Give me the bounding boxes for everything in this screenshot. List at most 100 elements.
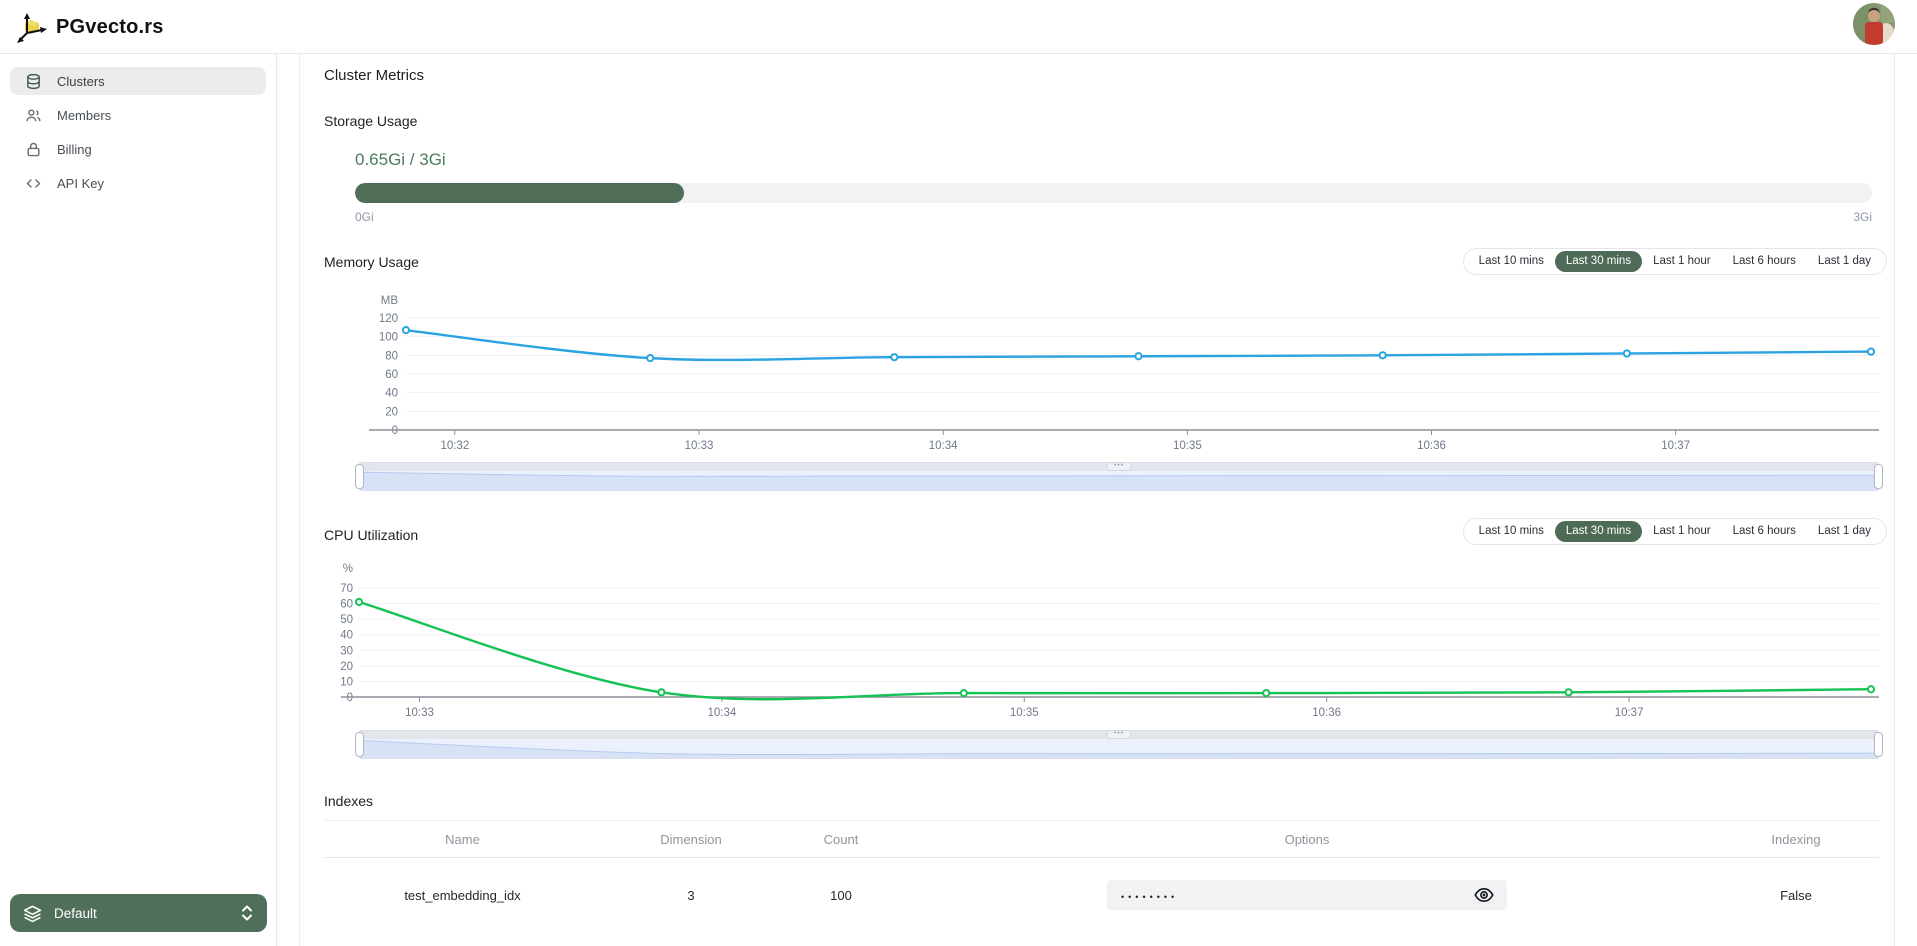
- col-header-indexing: Indexing: [1713, 821, 1879, 857]
- database-icon: [25, 73, 42, 90]
- masked-value: ••••••••: [1121, 889, 1178, 902]
- user-avatar[interactable]: [1853, 3, 1895, 45]
- y-tick-label: 10: [340, 676, 353, 688]
- cpu-time-range-group: Last 10 minsLast 30 minsLast 1 hourLast …: [1463, 518, 1887, 545]
- range-button-last-10-mins[interactable]: Last 10 mins: [1468, 521, 1555, 542]
- index-dimension-cell: 3: [601, 858, 781, 932]
- y-tick-label: 100: [379, 332, 398, 344]
- data-point: [356, 599, 362, 605]
- data-point: [647, 355, 653, 361]
- cluster-metrics-panel: Cluster Metrics Storage Usage 0.65Gi / 3…: [299, 54, 1895, 946]
- range-button-last-30-mins[interactable]: Last 30 mins: [1555, 521, 1642, 542]
- app-logo: PGvecto.rs: [16, 10, 164, 44]
- sidebar-item-label: Clusters: [57, 74, 105, 89]
- chevron-updown-icon: [240, 904, 254, 922]
- x-tick-label: 10:34: [929, 440, 958, 452]
- navigator-right-handle[interactable]: [1874, 732, 1883, 757]
- data-point: [1624, 350, 1630, 356]
- options-masked-field[interactable]: ••••••••: [1107, 880, 1507, 910]
- sidebar-item-members[interactable]: Members: [10, 101, 266, 129]
- y-tick-label: 20: [385, 406, 398, 418]
- x-tick-label: 10:33: [405, 707, 434, 719]
- y-tick-label: 20: [340, 661, 353, 673]
- range-button-last-1-day[interactable]: Last 1 day: [1807, 251, 1882, 272]
- members-icon: [25, 107, 42, 124]
- navigator-area: [360, 472, 1878, 490]
- storage-max-label: 3Gi: [1742, 210, 1872, 224]
- y-tick-label: 80: [385, 350, 398, 362]
- cpu-chart-navigator[interactable]: •••: [359, 730, 1879, 759]
- data-point: [1263, 690, 1269, 696]
- indexes-title: Indexes: [324, 793, 373, 809]
- navigator-right-handle[interactable]: [1874, 464, 1883, 489]
- range-button-last-1-day[interactable]: Last 1 day: [1807, 521, 1882, 542]
- range-button-last-1-hour[interactable]: Last 1 hour: [1642, 251, 1722, 272]
- navigator-drag-tab[interactable]: •••: [1107, 462, 1131, 471]
- y-tick-label: 70: [340, 583, 353, 595]
- top-header: PGvecto.rs: [0, 0, 1917, 54]
- sidebar-item-label: Members: [57, 108, 111, 123]
- sidebar-item-clusters[interactable]: Clusters: [10, 67, 266, 95]
- col-header-options: Options: [901, 821, 1713, 857]
- table-row: test_embedding_idx 3 100 •••••••• False: [324, 858, 1879, 932]
- x-tick-label: 10:34: [707, 707, 736, 719]
- storage-usage-title: Storage Usage: [324, 113, 417, 129]
- page-title: Cluster Metrics: [324, 67, 424, 84]
- indexes-table: Name Dimension Count Options Indexing te…: [324, 820, 1879, 932]
- y-axis-unit: MB: [381, 295, 399, 307]
- y-tick-label: 60: [385, 369, 398, 381]
- y-axis-unit: %: [343, 563, 353, 575]
- x-tick-label: 10:36: [1312, 707, 1341, 719]
- memory-usage-title: Memory Usage: [324, 254, 419, 270]
- data-point: [658, 689, 664, 695]
- project-selector[interactable]: Default: [10, 894, 267, 932]
- index-indexing-cell: False: [1713, 858, 1879, 932]
- indexes-table-header: Name Dimension Count Options Indexing: [324, 820, 1879, 858]
- navigator-left-handle[interactable]: [355, 464, 364, 489]
- x-tick-label: 10:37: [1615, 707, 1644, 719]
- data-point: [1566, 689, 1572, 695]
- range-button-last-30-mins[interactable]: Last 30 mins: [1555, 251, 1642, 272]
- navigator-drag-tab[interactable]: •••: [1107, 730, 1131, 739]
- x-tick-label: 10:35: [1173, 440, 1202, 452]
- layers-icon: [23, 904, 42, 923]
- y-tick-label: 0: [347, 692, 353, 704]
- x-tick-label: 10:35: [1010, 707, 1039, 719]
- range-button-last-6-hours[interactable]: Last 6 hours: [1722, 521, 1807, 542]
- index-name-cell: test_embedding_idx: [324, 858, 601, 932]
- x-tick-label: 10:33: [685, 440, 714, 452]
- reveal-options-button[interactable]: [1473, 884, 1495, 906]
- data-point: [1868, 686, 1874, 692]
- storage-progress-fill: [355, 183, 684, 203]
- y-tick-label: 0: [392, 425, 398, 437]
- cpu-utilization-title: CPU Utilization: [324, 527, 418, 543]
- sidebar-item-billing[interactable]: Billing: [10, 135, 266, 163]
- pgvecto-cube-icon: [16, 10, 50, 44]
- storage-progress-bar: [355, 183, 1872, 203]
- x-tick-label: 10:36: [1417, 440, 1446, 452]
- eye-icon: [1473, 884, 1495, 906]
- data-point: [403, 327, 409, 333]
- y-tick-label: 40: [340, 630, 353, 642]
- x-tick-label: 10:32: [440, 440, 469, 452]
- project-name: Default: [54, 906, 97, 921]
- memory-chart-navigator[interactable]: •••: [359, 462, 1879, 491]
- storage-min-label: 0Gi: [355, 210, 374, 224]
- y-tick-label: 60: [340, 599, 353, 611]
- data-point: [1135, 353, 1141, 359]
- range-button-last-6-hours[interactable]: Last 6 hours: [1722, 251, 1807, 272]
- range-button-last-1-hour[interactable]: Last 1 hour: [1642, 521, 1722, 542]
- code-icon: [25, 175, 42, 192]
- data-point: [1380, 352, 1386, 358]
- sidebar-menu: Clusters Members Billing: [0, 54, 276, 197]
- sidebar-item-api-key[interactable]: API Key: [10, 169, 266, 197]
- data-point: [961, 690, 967, 696]
- navigator-line: [360, 472, 1878, 476]
- range-button-last-10-mins[interactable]: Last 10 mins: [1468, 251, 1555, 272]
- data-point: [891, 354, 897, 360]
- navigator-left-handle[interactable]: [355, 732, 364, 757]
- cpu-utilization-chart: %01020304050607010:3310:3410:3510:3610:3…: [300, 553, 1896, 725]
- y-tick-label: 30: [340, 645, 353, 657]
- y-tick-label: 40: [385, 388, 398, 400]
- y-tick-label: 120: [379, 313, 398, 325]
